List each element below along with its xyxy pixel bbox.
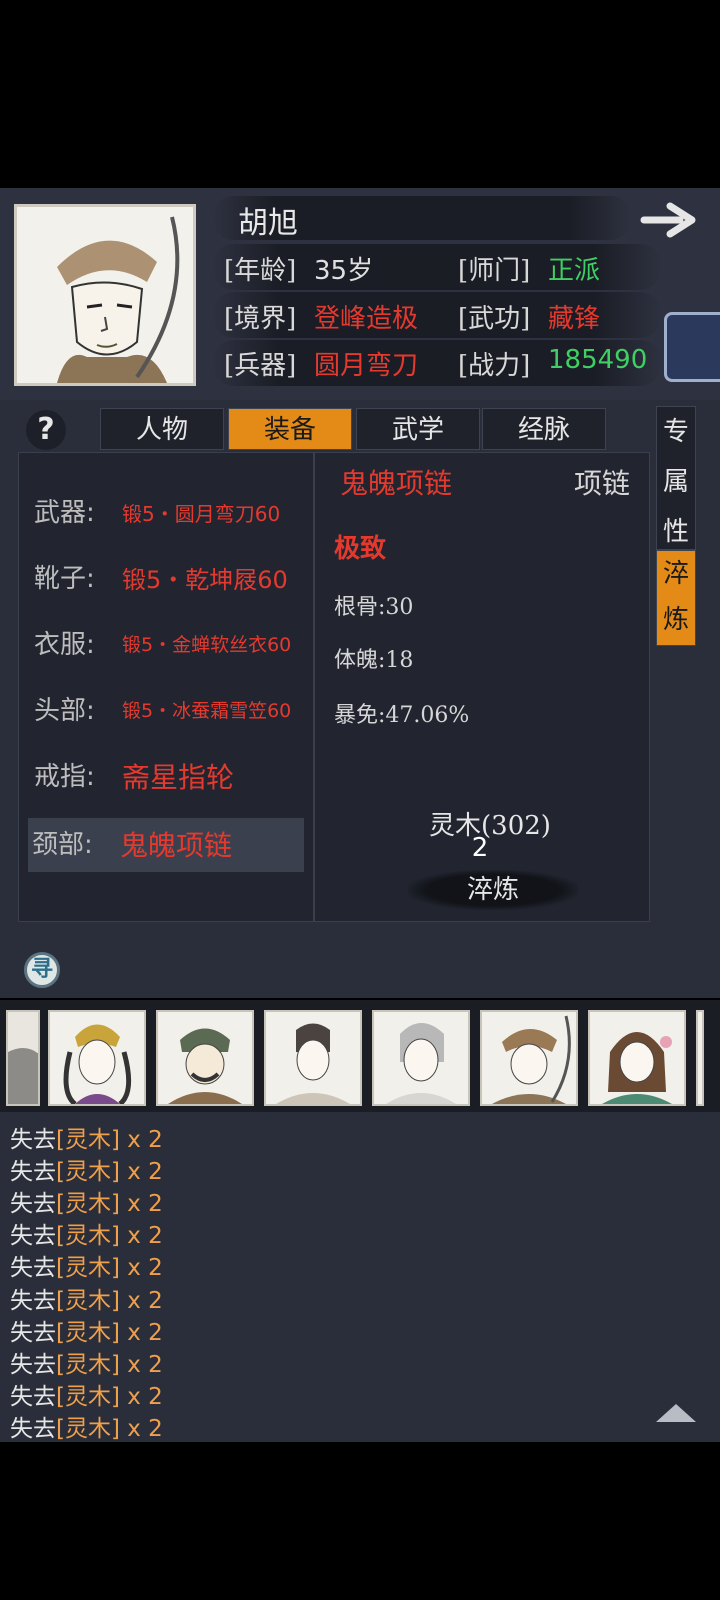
slot-item: 锻5・乾坤屐60 [122, 566, 288, 594]
slot-item: 锻5・圆月弯刀60 [122, 502, 281, 526]
tab-character[interactable]: 人物 [100, 408, 224, 450]
sect-value: 正派 [548, 256, 601, 286]
log-line: 失去[灵木] x 2 [10, 1127, 163, 1153]
tab-martial-arts[interactable]: 武学 [356, 408, 480, 450]
weapon-label: [兵器] [224, 351, 297, 381]
slot-item: 锻5・金蝉软丝衣60 [122, 634, 292, 656]
item-stat: 根骨:30 [334, 595, 414, 620]
realm-label: [境界] [224, 304, 297, 334]
age-value: 35岁 [314, 256, 374, 286]
item-type: 项链 [574, 467, 631, 500]
item-name: 鬼魄项链 [340, 467, 453, 500]
equip-slot-ring[interactable]: 戒指: 斋星指轮 [30, 750, 306, 804]
log-line: 失去[灵木] x 2 [10, 1352, 163, 1378]
character-card[interactable] [480, 1010, 578, 1106]
book-icon[interactable] [664, 312, 720, 382]
equip-slot-neck[interactable]: 颈部: 鬼魄项链 [28, 818, 304, 872]
scroll-up-icon[interactable] [656, 1404, 696, 1422]
side-tab-exclusive-attributes[interactable]: 专 属 性 [656, 406, 696, 550]
tab-meridians[interactable]: 经脉 [482, 408, 606, 450]
slot-label: 靴子: [34, 564, 95, 594]
character-card[interactable] [264, 1010, 362, 1106]
equip-slot-clothes[interactable]: 衣服: 锻5・金蝉软丝衣60 [30, 618, 306, 672]
equip-slot-weapon[interactable]: 武器: 锻5・圆月弯刀60 [30, 486, 306, 540]
material-count: 2 [471, 833, 489, 863]
equip-slot-head[interactable]: 头部: 锻5・冰蚕霜雪笠60 [30, 684, 306, 738]
character-name: 胡旭 [238, 206, 298, 241]
log-line: 失去[灵木] x 2 [10, 1223, 163, 1249]
log-line: 失去[灵木] x 2 [10, 1159, 163, 1185]
side-tab-refine[interactable]: 淬 炼 [656, 550, 696, 646]
log-line: 失去[灵木] x 2 [10, 1416, 163, 1442]
power-label: [战力] [458, 351, 531, 381]
character-card[interactable] [588, 1010, 686, 1106]
realm-value: 登峰造极 [314, 304, 419, 334]
log-line: 失去[灵木] x 2 [10, 1384, 163, 1410]
character-card[interactable] [48, 1010, 146, 1106]
item-stat: 暴免:47.06% [334, 703, 470, 728]
character-portrait[interactable] [14, 204, 196, 386]
tab-equipment[interactable]: 装备 [228, 408, 352, 450]
item-grade: 极致 [334, 534, 387, 564]
slot-label: 戒指: [34, 762, 95, 792]
slot-item: 锻5・冰蚕霜雪笠60 [122, 700, 292, 722]
slot-label: 衣服: [34, 630, 95, 660]
log-line: 失去[灵木] x 2 [10, 1288, 163, 1314]
arrow-right-icon [640, 202, 696, 238]
character-card[interactable] [156, 1010, 254, 1106]
character-card[interactable] [696, 1010, 704, 1106]
slot-label: 颈部: [32, 830, 93, 860]
weapon-value: 圆月弯刀 [314, 351, 419, 381]
next-character-button[interactable] [640, 198, 700, 242]
help-icon[interactable]: ? [26, 410, 66, 450]
item-stat: 体魄:18 [334, 648, 414, 673]
character-card[interactable] [6, 1010, 40, 1106]
character-card[interactable] [372, 1010, 470, 1106]
slot-label: 头部: [34, 696, 95, 726]
sect-label: [师门] [458, 256, 531, 286]
power-value: 185490 [548, 345, 648, 375]
slot-item: 斋星指轮 [122, 761, 235, 794]
log-line: 失去[灵木] x 2 [10, 1191, 163, 1217]
log-line: 失去[灵木] x 2 [10, 1255, 163, 1281]
search-icon[interactable]: 寻 [24, 952, 60, 988]
age-label: [年龄] [224, 256, 297, 286]
skill-label: [武功] [458, 304, 531, 334]
log-line: 失去[灵木] x 2 [10, 1320, 163, 1346]
equip-slot-boots[interactable]: 靴子: 锻5・乾坤屐60 [30, 552, 306, 606]
slot-item: 鬼魄项链 [120, 829, 233, 862]
refine-button[interactable]: 淬炼 [408, 870, 578, 910]
skill-value: 藏锋 [548, 304, 601, 334]
slot-label: 武器: [34, 498, 95, 528]
